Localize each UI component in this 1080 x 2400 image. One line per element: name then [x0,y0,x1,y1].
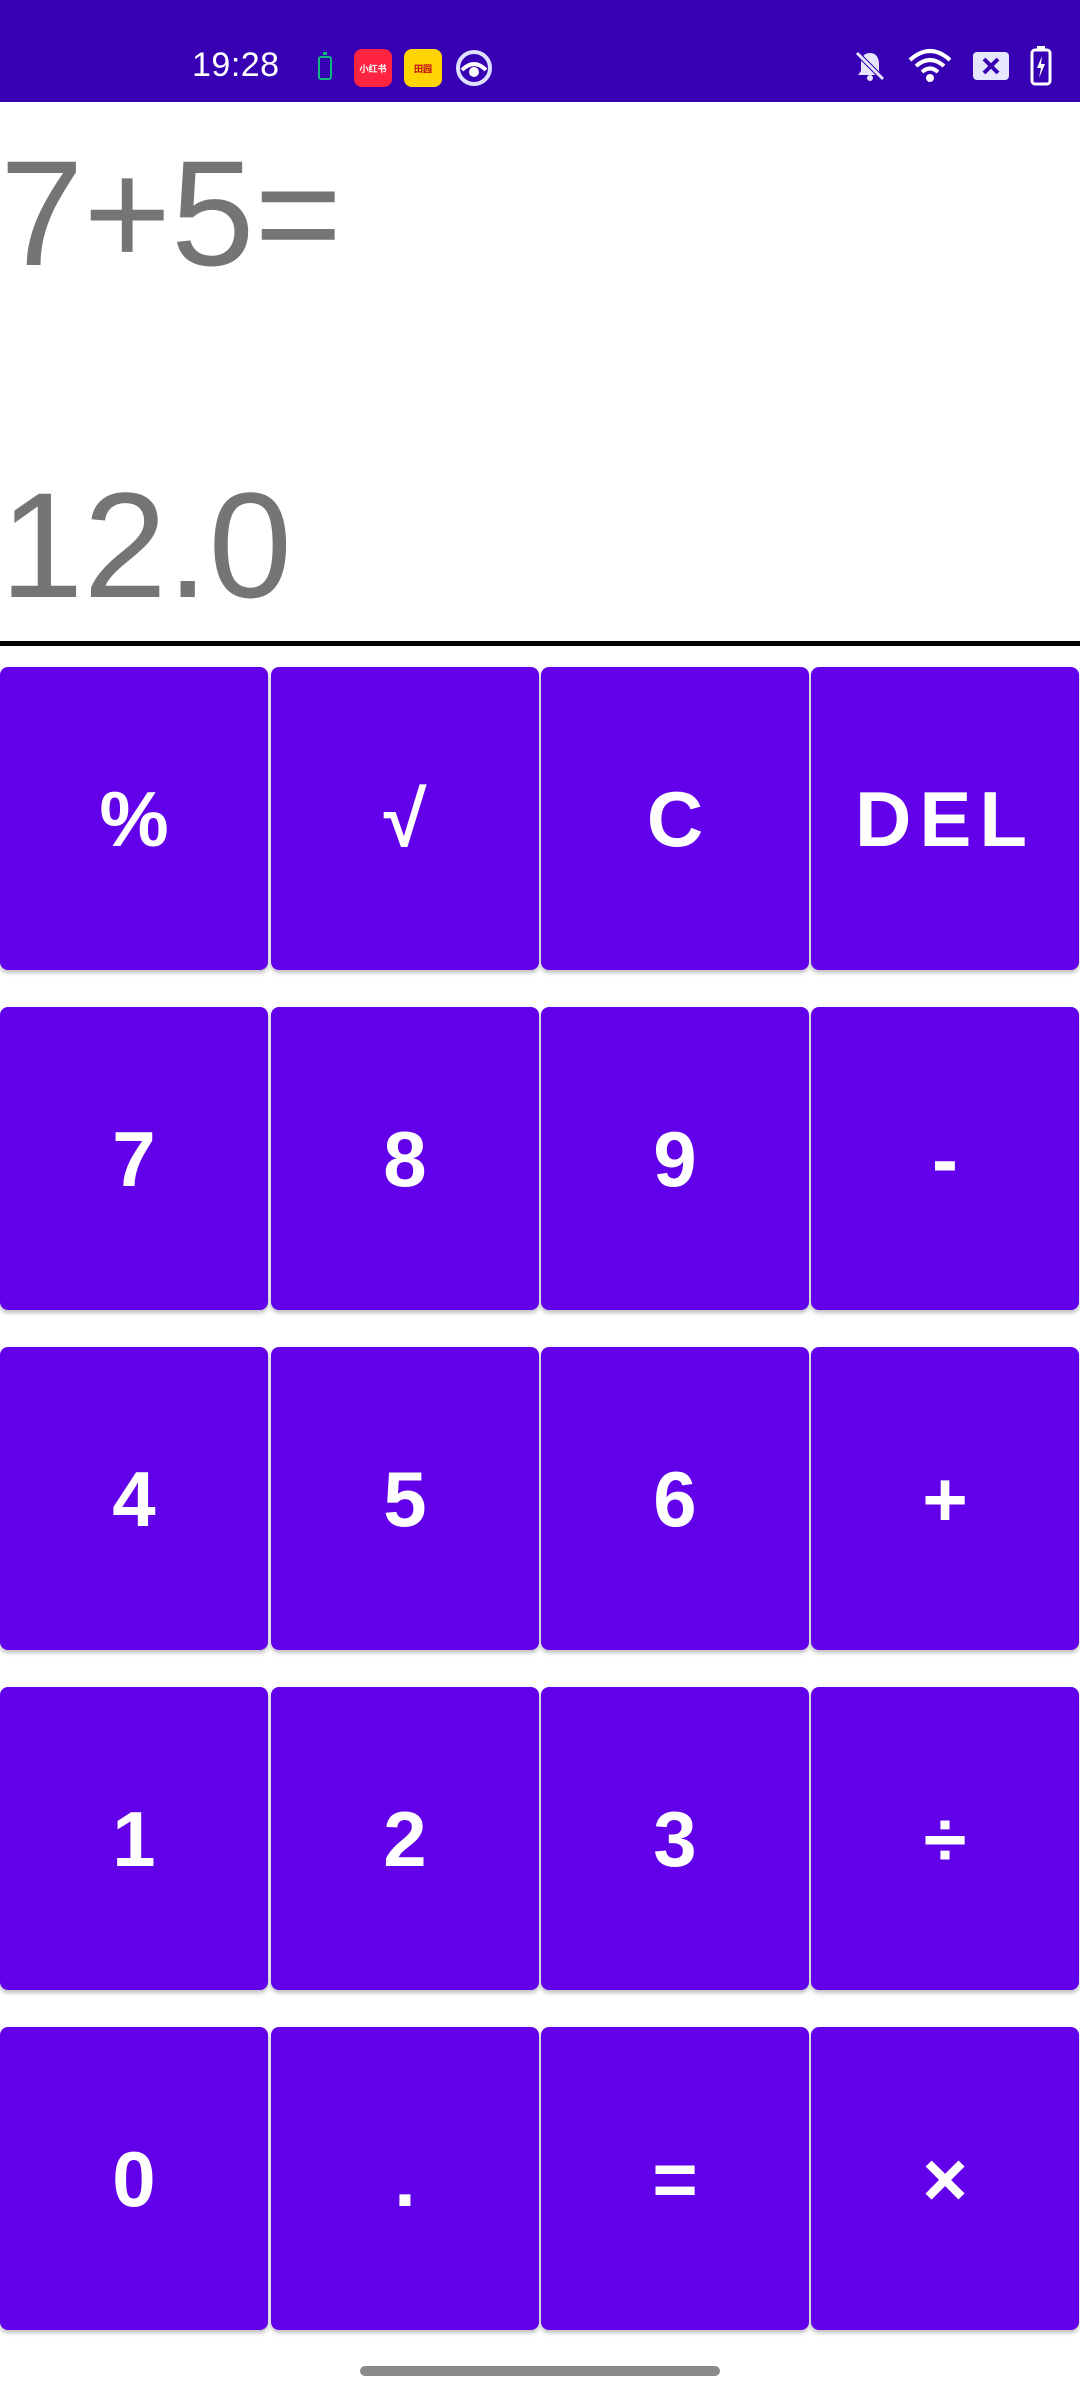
digit-1-button[interactable]: 1 [0,1687,268,1990]
digit-4-button[interactable]: 4 [0,1347,268,1650]
keypad-row-4: 1 2 3 ÷ [0,1687,1080,1990]
status-right-icons [852,46,1052,91]
digit-2-button[interactable]: 2 [271,1687,539,1990]
equals-button[interactable]: = [541,2027,809,2330]
battery-charging-icon [1030,46,1052,91]
square-root-button[interactable]: √ [271,667,539,970]
delete-button[interactable]: DEL [811,667,1079,970]
cloud-app-icon [454,48,494,88]
keypad-row-1: % √ C DEL [0,667,1080,970]
digit-5-button[interactable]: 5 [271,1347,539,1650]
digit-6-button[interactable]: 6 [541,1347,809,1650]
wifi-icon [908,48,952,89]
digit-0-button[interactable]: 0 [0,2027,268,2330]
home-indicator[interactable] [360,2366,720,2376]
digit-7-button[interactable]: 7 [0,1007,268,1310]
display-divider [0,641,1080,646]
xiaohongshu-app-icon: 小红书 [354,49,392,87]
keypad-row-2: 7 8 9 - [0,1007,1080,1310]
digit-3-button[interactable]: 3 [541,1687,809,1990]
digit-9-button[interactable]: 9 [541,1007,809,1310]
percent-button[interactable]: % [0,667,268,970]
bell-muted-icon [852,48,888,89]
game-app-icon: 田园 [404,49,442,87]
delete-button-label: DEL [855,774,1035,863]
keypad-row-3: 4 5 6 + [0,1347,1080,1650]
digit-8-button[interactable]: 8 [271,1007,539,1310]
sim-x-icon [972,50,1010,87]
multiply-button[interactable]: × [811,2027,1079,2330]
subtract-button[interactable]: - [811,1007,1079,1310]
expression-display: 7+5= [0,129,343,297]
divide-button[interactable]: ÷ [811,1687,1079,1990]
battery-saver-icon [318,52,332,80]
keypad-row-5: 0 . = × [0,2027,1080,2330]
add-button[interactable]: + [811,1347,1079,1650]
status-left-icons: 小红书 田园 [318,48,494,88]
status-time: 19:28 [192,46,280,84]
status-bar: 19:28 小红书 田园 [0,0,1080,102]
result-display: 12.0 [0,461,292,629]
clear-button[interactable]: C [541,667,809,970]
decimal-point-button[interactable]: . [271,2027,539,2330]
